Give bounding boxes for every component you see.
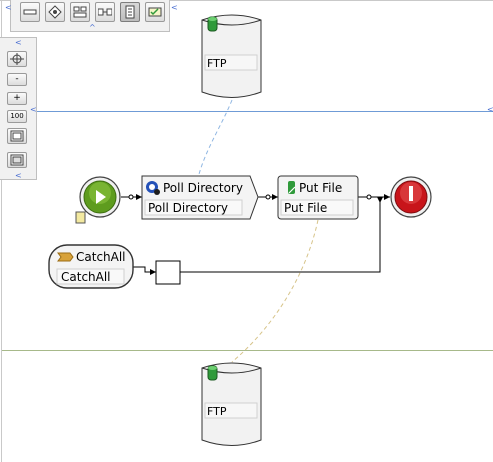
zoom-caret-bottom-icon[interactable]: <: [15, 172, 22, 180]
ftp-top-association: [197, 99, 233, 179]
flow-poll-put-arrow: [272, 194, 278, 200]
put-file-title[interactable]: Put File: [299, 181, 342, 195]
flow-box-stop-arrow: [377, 197, 383, 203]
check-tool-icon: [148, 7, 162, 17]
window-icon: [10, 154, 24, 166]
start-event: [75, 176, 121, 224]
eye-tool-button[interactable]: [45, 2, 65, 22]
ftp-top-db-icon: [207, 16, 218, 32]
caret-left-icon[interactable]: <: [5, 4, 12, 12]
fit-button[interactable]: [7, 51, 27, 67]
flow-catch-box-arrow: [150, 269, 156, 275]
fit-page-button[interactable]: [7, 128, 27, 144]
flow-poll-put-dot: [265, 194, 271, 200]
flow-put-stop-arrow: [384, 194, 390, 200]
document-tool-icon: [125, 5, 135, 19]
ftp-bottom-db-icon: [207, 365, 218, 381]
zoom-caret-right-icon[interactable]: <: [30, 106, 37, 114]
flow-put-stop-dot: [366, 194, 372, 200]
zoom-100-button[interactable]: 100: [7, 110, 27, 123]
lane-caret-icon[interactable]: <: [487, 106, 493, 114]
document-tool-button[interactable]: [120, 2, 140, 22]
ftp-bottom-label: FTP: [207, 405, 227, 418]
diagram-svg: [48, 14, 432, 446]
stop-event: [390, 176, 432, 218]
split-tool-button[interactable]: [70, 2, 90, 22]
zoom-caret-top-icon[interactable]: <: [15, 39, 22, 47]
zoom-out-button[interactable]: -: [7, 73, 27, 86]
caret-right-icon[interactable]: <: [171, 4, 178, 12]
ftp-top-label: FTP: [207, 57, 227, 70]
caret-up-icon[interactable]: ^: [89, 24, 96, 32]
process-canvas[interactable]: FTP FTP Poll Directory Poll Directory Pu…: [0, 0, 493, 462]
zoom-in-button[interactable]: +: [7, 92, 27, 105]
palette-toolbar: < < ^: [5, 0, 178, 32]
zoom-toolbar: < - + 100 < <: [0, 37, 37, 180]
sequence-tool-icon: [98, 8, 112, 16]
flow-start-poll-arrow: [136, 194, 142, 200]
sequence-tool-button[interactable]: [95, 2, 115, 22]
check-tool-button[interactable]: [145, 2, 165, 22]
line-tool-button[interactable]: [20, 2, 40, 22]
empty-activity-box: [155, 260, 181, 285]
put-file-name[interactable]: Put File: [284, 201, 327, 215]
line-tool-icon: [23, 9, 37, 15]
poll-directory-name[interactable]: Poll Directory: [148, 201, 228, 215]
fit-icon: [10, 53, 24, 65]
flow-start-poll-dot: [128, 194, 134, 200]
eye-tool-icon: [48, 5, 62, 19]
split-tool-icon: [73, 6, 87, 18]
page-icon: [10, 130, 24, 142]
catchall-title[interactable]: CatchAll: [76, 250, 126, 264]
ftp-bottom-association: [231, 219, 319, 363]
catchall-name[interactable]: CatchAll: [61, 270, 111, 284]
fit-window-button[interactable]: [7, 152, 27, 168]
poll-directory-title[interactable]: Poll Directory: [163, 181, 243, 195]
